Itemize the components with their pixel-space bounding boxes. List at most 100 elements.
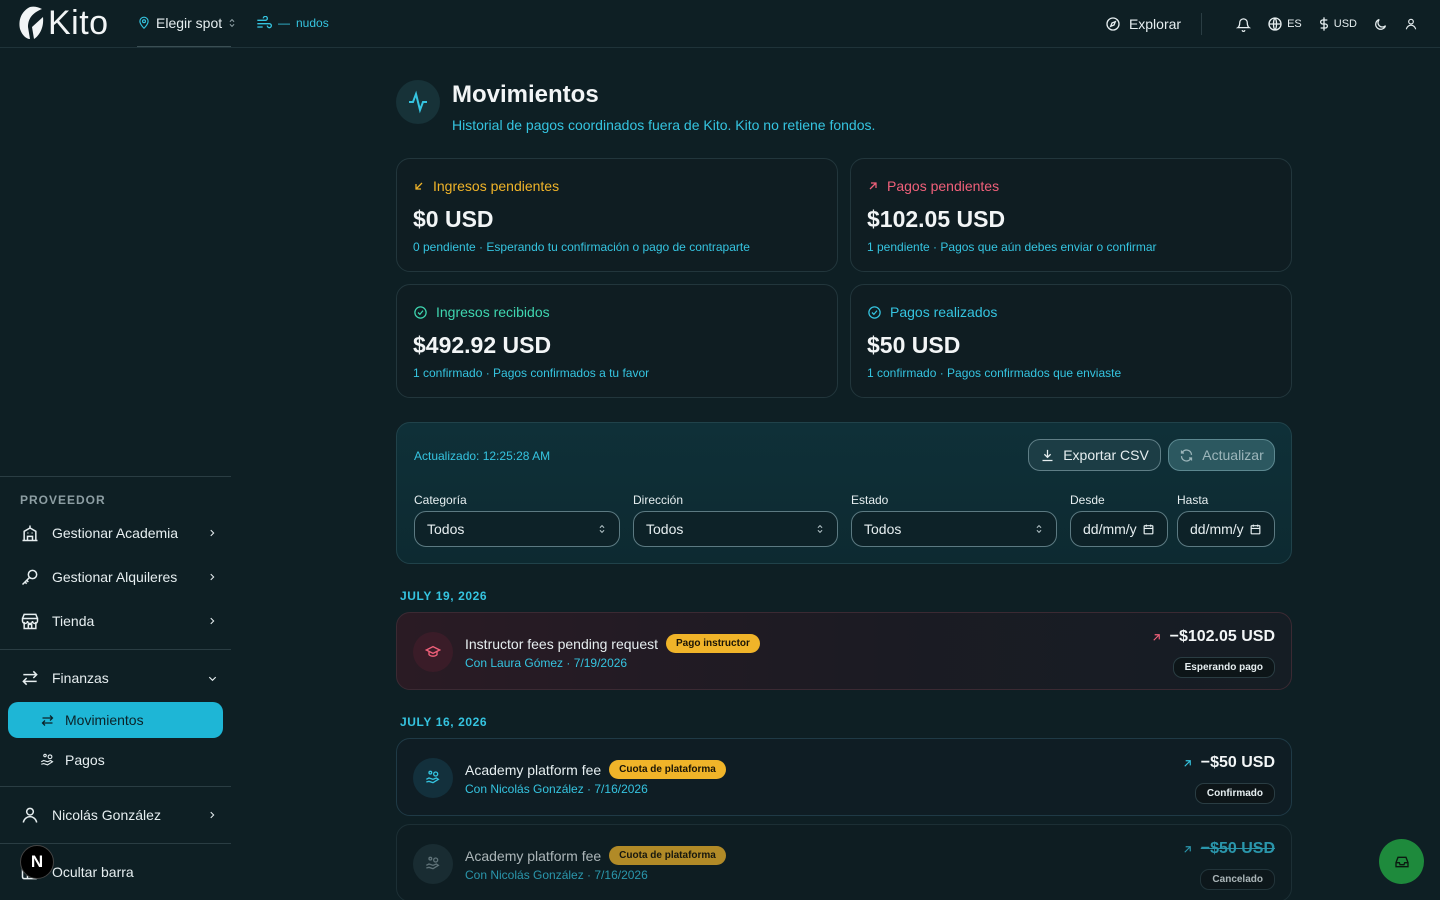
bell-icon [1236,17,1252,32]
top-bar: Kito Elegir spot — nudos Explorar ES USD [0,0,1440,48]
wind-icon [257,16,272,29]
tx-status-badge: Cancelado [1200,869,1275,890]
sidebar-item-academia[interactable]: Gestionar Academia [20,519,220,547]
card-value: $50 USD [867,332,961,358]
from-date-input[interactable]: dd/mm/y [1070,511,1168,547]
summary-card-incoming-pending: Ingresos pendientes $0 USD 0 pendiente ·… [396,158,838,272]
sidebar-user[interactable]: Nicolás González [20,801,220,829]
card-title: Ingresos pendientes [433,178,560,194]
user-icon [22,807,38,823]
sidebar-item-tienda[interactable]: Tienda [20,607,220,635]
chevron-right-icon [204,616,220,626]
key-icon [21,569,38,586]
check-circle-icon [414,305,427,319]
spot-label: Elegir spot [156,15,223,31]
sidebar-user-label: Nicolás González [52,807,161,823]
to-date-value: dd/mm/y [1190,521,1244,537]
inbox-icon [1394,856,1409,867]
category-select[interactable]: Todos [414,511,620,547]
tx-title-row: Instructor fees pending request Pago ins… [465,634,760,653]
knots-label: nudos [296,16,329,30]
sidebar-subitem-pagos[interactable]: Pagos [8,742,223,778]
header-divider [1201,13,1203,35]
direction-label: Dirección [633,493,684,507]
tx-title-row: Academy platform fee Cuota de plataforma [465,760,726,779]
tx-status-badge: Esperando pago [1172,657,1275,678]
chevron-up-down-icon [817,524,823,534]
tx-amount: −$50 USD [1200,754,1275,771]
tx-subtitle: Con Nicolás González · 7/16/2026 [465,868,648,882]
refresh-icon [1181,448,1193,462]
store-icon [21,613,39,630]
summary-card-incoming-received: Ingresos recibidos $492.92 USD 1 confirm… [396,284,838,398]
arrow-up-right-icon [869,182,877,190]
card-header: Pagos realizados [867,304,997,320]
sidebar-subitem-movimientos[interactable]: Movimientos [8,702,223,738]
sidebar-subitem-label: Pagos [65,752,105,768]
transaction-row[interactable]: Academy platform fee Cuota de plataforma… [396,824,1292,900]
transaction-row[interactable]: Instructor fees pending request Pago ins… [396,612,1292,690]
hand-coins-icon [426,856,440,870]
export-csv-button[interactable]: Exportar CSV [1028,439,1161,471]
chevron-right-icon [204,528,220,538]
hand-coins-icon [40,753,54,765]
sidebar-divider [0,786,231,787]
chevron-up-down-icon [599,524,605,534]
explore-button[interactable]: Explorar [1105,16,1181,32]
tx-title: Academy platform fee [465,761,602,778]
summary-card-outgoing-pending: Pagos pendientes $102.05 USD 1 pendiente… [850,158,1292,272]
sidebar-divider [0,476,231,477]
currency-button[interactable]: USD [1318,16,1357,32]
tx-icon-circle [413,632,453,672]
sidebar-item-alquileres[interactable]: Gestionar Alquileres [20,563,220,591]
to-date-input[interactable]: dd/mm/y [1177,511,1275,547]
category-value: Todos [427,521,465,537]
from-date-value: dd/mm/y [1083,521,1137,537]
card-value: $102.05 USD [867,206,1006,232]
map-pin-icon [139,16,149,30]
chevron-right-icon [204,810,220,820]
graduation-cap-icon [425,645,441,657]
theme-toggle[interactable] [1373,17,1388,32]
direction-value: Todos [646,521,684,537]
kito-logo[interactable]: Kito [16,5,109,41]
notifications-button[interactable] [1236,17,1252,32]
arrows-exchange-icon [22,670,38,686]
card-note: 1 confirmado · Pagos confirmados a tu fa… [413,366,650,380]
chevron-right-icon [204,572,220,582]
tx-category-badge: Cuota de plataforma [609,846,726,865]
card-header: Ingresos pendientes [413,178,559,194]
status-label: Estado [851,493,889,507]
card-note: 0 pendiente · Esperando tu confirmación … [413,240,750,254]
profile-button[interactable] [1404,17,1418,31]
sidebar-item-finanzas[interactable]: Finanzas [20,664,220,692]
tx-amount: −$102.05 USD [1169,628,1275,645]
sidebar-subitem-label: Movimientos [65,712,144,728]
spot-underline [137,46,231,47]
inbox-fab-button[interactable] [1379,839,1424,884]
logo-text: Kito [48,4,109,42]
hand-coins-icon [426,770,440,784]
globe-icon [1268,17,1282,31]
card-header: Ingresos recibidos [413,304,550,320]
direction-select[interactable]: Todos [633,511,838,547]
language-button[interactable]: ES [1267,16,1302,32]
arrow-down-left-icon [415,182,423,190]
transaction-row[interactable]: Academy platform fee Cuota de plataforma… [396,738,1292,816]
status-value: Todos [864,521,902,537]
tx-subtitle: Con Nicolás González · 7/16/2026 [465,782,648,796]
spot-selector[interactable]: Elegir spot [137,15,237,31]
tx-status-badge: Confirmado [1194,783,1275,804]
chevron-down-icon [204,673,220,684]
compass-icon [1106,17,1120,31]
status-select[interactable]: Todos [851,511,1057,547]
chevron-up-down-icon [1036,524,1042,534]
school-icon [22,525,38,542]
arrow-up-right-icon [1152,633,1160,641]
dev-badge[interactable]: N [20,845,54,879]
tx-title: Academy platform fee [465,847,602,864]
refresh-button[interactable]: Actualizar [1168,439,1275,471]
language-label: ES [1287,18,1302,30]
knots-dash: — [278,16,290,30]
kite-logo-icon [19,6,44,39]
